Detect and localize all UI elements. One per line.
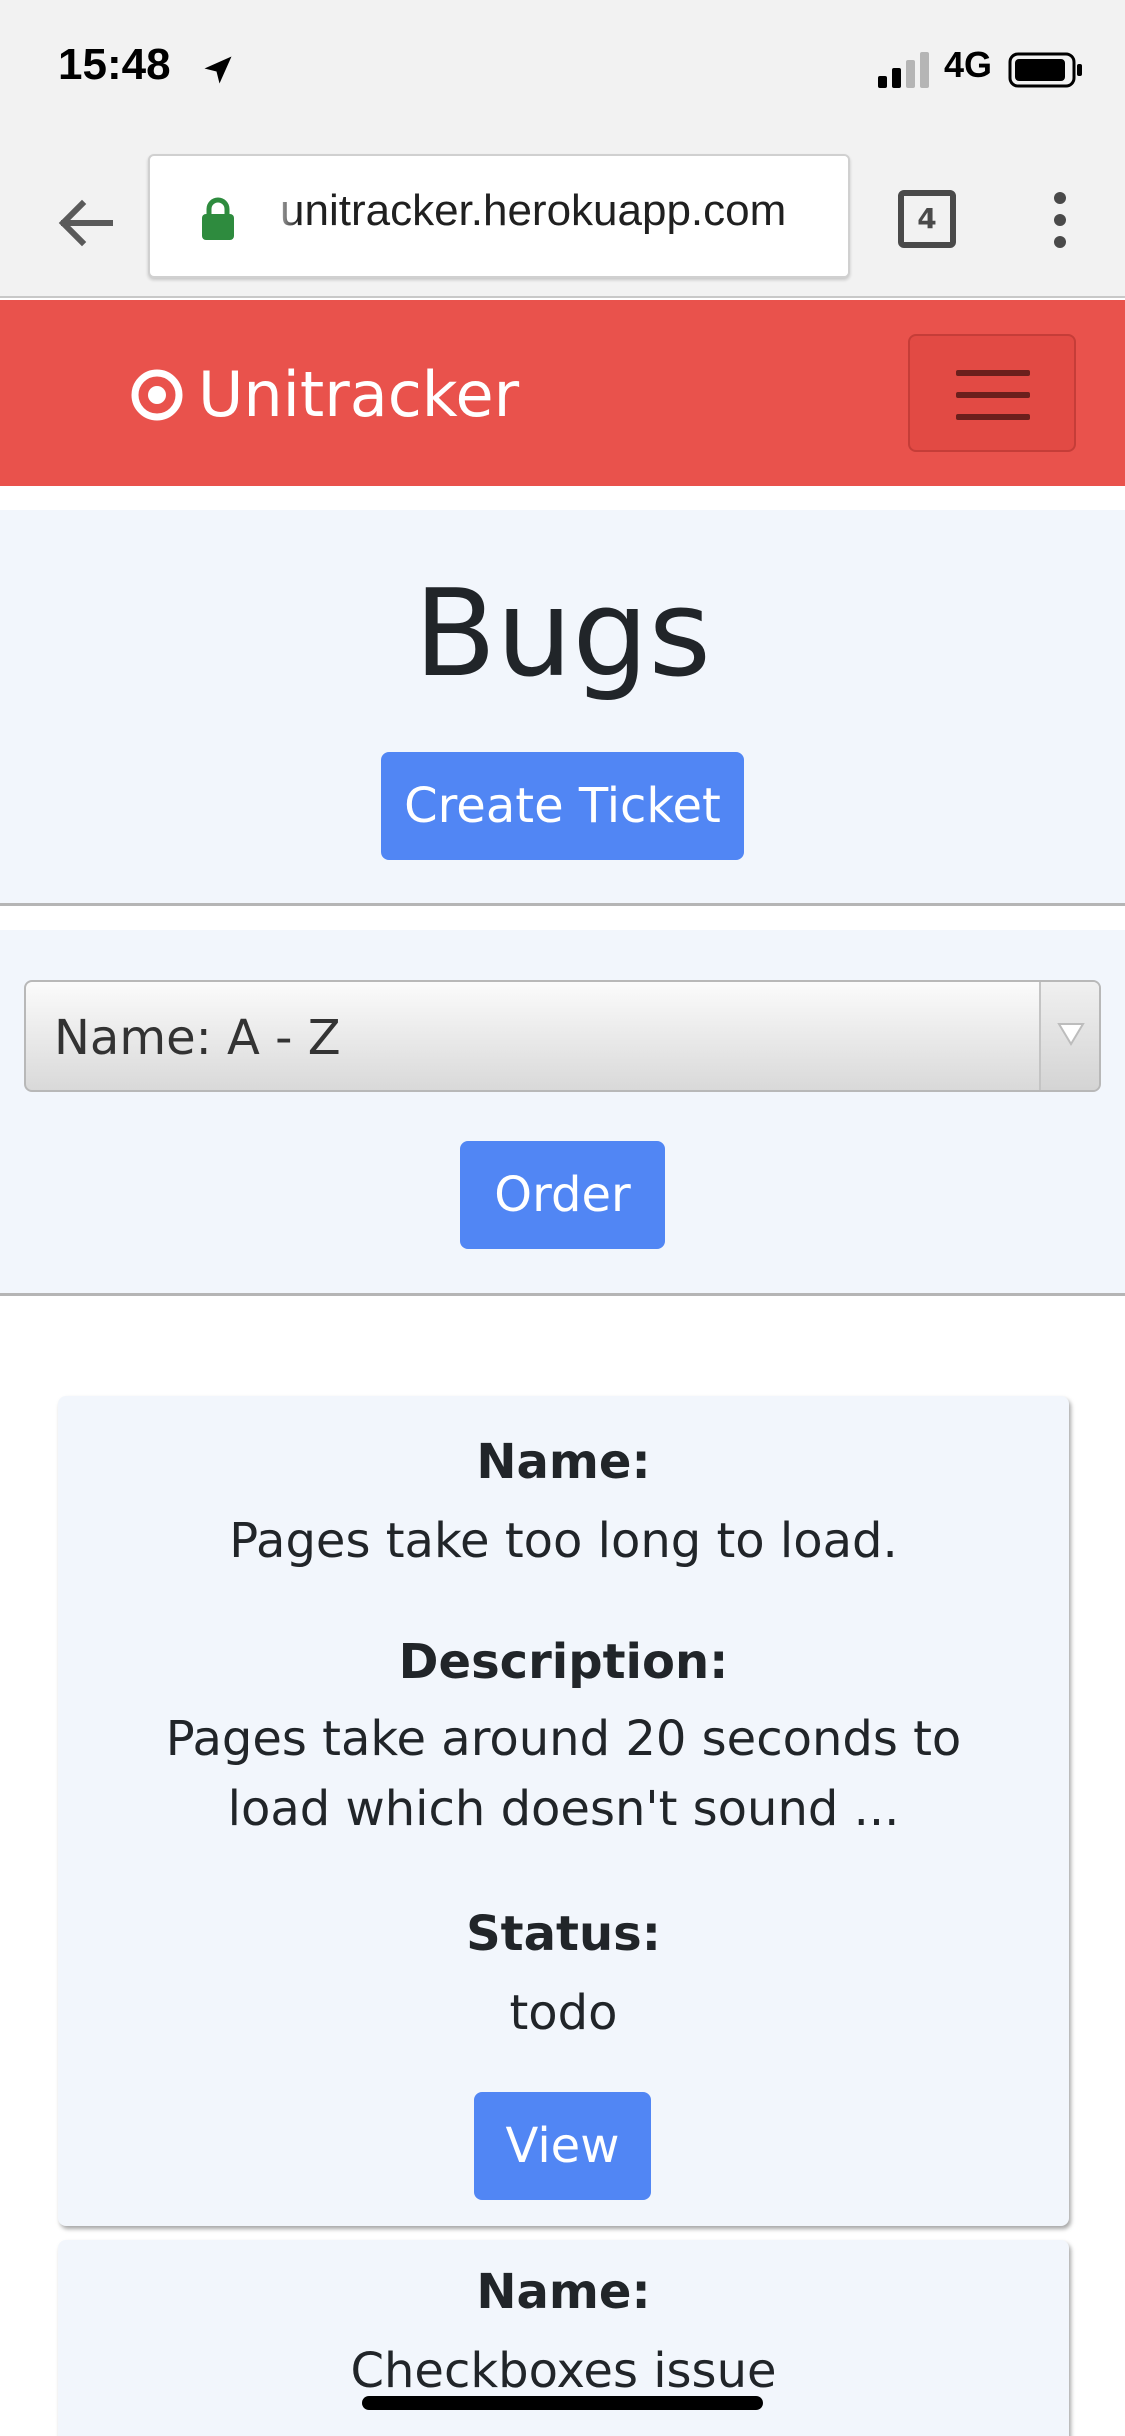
back-arrow-icon[interactable]: [50, 188, 120, 258]
ticket-status: todo: [509, 1985, 618, 2041]
location-arrow-icon: [204, 56, 232, 84]
target-icon: [131, 369, 183, 421]
select-arrow: [1039, 982, 1099, 1090]
hamburger-line: [956, 392, 1030, 398]
url-fade: [268, 156, 298, 276]
cellular-signal-icon: [878, 52, 929, 88]
ticket-card: Name: Pages take too long to load. Descr…: [58, 1396, 1069, 2226]
status-time: 15:48: [58, 40, 171, 89]
site-navbar: Unitracker: [0, 300, 1125, 486]
view-button[interactable]: View: [474, 2092, 651, 2200]
hamburger-line: [956, 414, 1030, 420]
tab-switcher-button[interactable]: 4: [898, 190, 956, 248]
url-fade: [788, 156, 848, 276]
sort-select[interactable]: Name: A - Z: [24, 980, 1101, 1092]
address-bar[interactable]: unitracker.herokuapp.com: [148, 154, 850, 278]
hamburger-line: [956, 370, 1030, 376]
sort-controls: Name: A - Z Order: [0, 930, 1125, 1296]
status-bar: 15:48 4G: [0, 0, 1125, 140]
home-indicator: [362, 2396, 763, 2410]
status-label: Status:: [466, 1906, 661, 1962]
battery-icon: [1008, 52, 1082, 88]
url-text: unitracker.herokuapp.com: [280, 186, 787, 235]
sort-selected-value: Name: A - Z: [54, 1010, 341, 1066]
navbar-toggle-button[interactable]: [908, 334, 1076, 452]
brand-link[interactable]: Unitracker: [198, 358, 519, 431]
name-label: Name:: [476, 2264, 651, 2320]
page-header: Bugs Create Ticket: [0, 510, 1125, 906]
network-type: 4G: [944, 44, 993, 85]
ticket-name: Pages take too long to load.: [229, 1513, 898, 1569]
more-vert-icon[interactable]: [1040, 188, 1080, 252]
chevron-down-icon: [1057, 1023, 1085, 1046]
order-button[interactable]: Order: [460, 1141, 665, 1249]
name-label: Name:: [476, 1434, 651, 1490]
lock-icon: [202, 197, 234, 240]
description-label: Description:: [398, 1634, 729, 1690]
ticket-description: Pages take around 20 seconds to load whi…: [165, 1711, 962, 1837]
browser-toolbar: unitracker.herokuapp.com 4: [0, 140, 1125, 298]
create-ticket-button[interactable]: Create Ticket: [381, 752, 744, 860]
page-title: Bugs: [413, 565, 712, 704]
